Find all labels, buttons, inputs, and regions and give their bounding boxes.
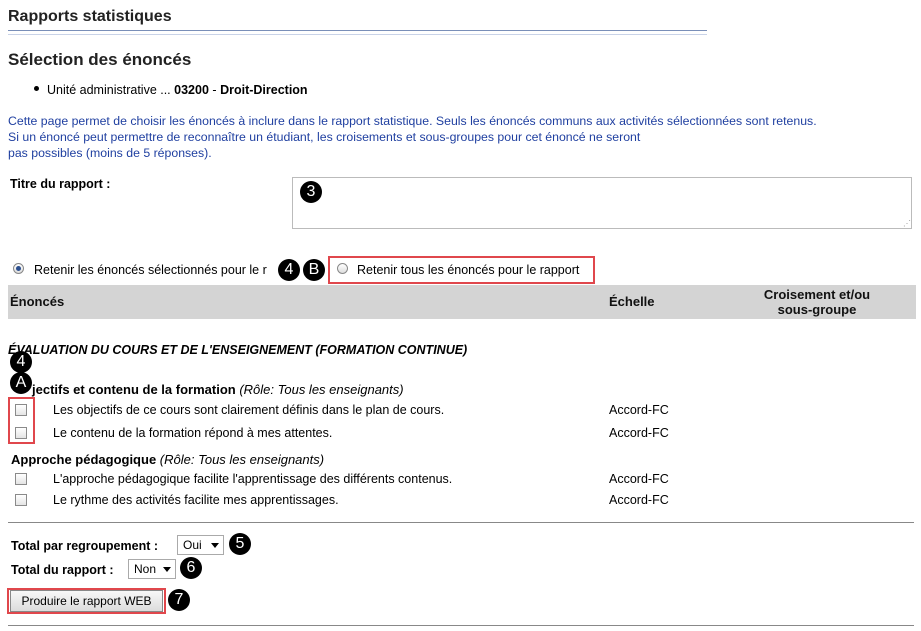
category-name: jectifs et contenu de la formation [32,382,236,397]
section-divider [8,522,914,523]
chevron-down-icon [163,567,171,572]
total-report-value: Non [134,562,157,576]
statement-text: Les objectifs de ce cours sont clairemen… [53,403,445,417]
total-group-select[interactable]: Oui [177,535,224,555]
intro-line-2: Si un énoncé peut permettre de reconnaît… [8,130,641,144]
callout-b: B [303,259,325,281]
radio-all-statements[interactable] [337,263,348,274]
unit-line: Unité administrative ... 03200 - Droit-D… [47,83,308,97]
statement-checkbox[interactable] [15,427,27,439]
total-report-label: Total du rapport : [11,563,114,577]
bullet-icon [34,86,39,91]
column-header-statements: Énoncés [10,294,65,309]
unit-code: 03200 [174,83,209,97]
statement-checkbox[interactable] [15,494,27,506]
total-group-label: Total par regroupement : [11,539,159,553]
statement-scale: Accord-FC [609,493,669,507]
resize-grip-icon[interactable]: ⋰ [903,220,911,228]
title-divider [8,30,707,35]
radio-selected-label: Retenir les énoncés sélectionnés pour le… [34,263,267,277]
statement-scale: Accord-FC [609,426,669,440]
page-title: Rapports statistiques [8,8,172,25]
callout-a: A [10,372,32,394]
statement-text: L'approche pédagogique facilite l'appren… [53,472,453,486]
unit-separator: - [212,83,217,97]
callout-5: 5 [229,533,251,555]
category-title-pedagogy: Approche pédagogique (Rôle: Tous les ens… [11,452,324,467]
report-title-label: Titre du rapport : [10,177,111,191]
unit-label: Unité administrative ... [47,83,171,97]
statement-checkbox[interactable] [15,473,27,485]
callout-6: 6 [180,557,202,579]
report-title-input[interactable] [292,177,912,229]
radio-all-label: Retenir tous les énoncés pour le rapport [357,263,580,277]
callout-7: 7 [168,589,190,611]
category-title-objectives: jectifs et contenu de la formation (Rôle… [32,382,404,397]
statement-text: Le rythme des activités facilite mes app… [53,493,339,507]
callout-4-top: 4 [278,259,300,281]
callout-4-left: 4 [10,351,32,373]
callout-3: 3 [300,181,322,203]
statement-text: Le contenu de la formation répond à mes … [53,426,333,440]
column-header-crossing-line1: Croisement et/ou [763,287,871,302]
category-name: Approche pédagogique [11,452,157,467]
category-role: (Rôle: Tous les enseignants) [239,382,404,397]
total-report-select[interactable]: Non [128,559,176,579]
unit-name: Droit-Direction [220,83,308,97]
total-group-value: Oui [183,538,202,552]
section-title: Sélection des énoncés [8,50,192,69]
radio-selected-statements[interactable] [13,263,24,274]
intro-line-1: Cette page permet de choisir les énoncés… [8,114,817,128]
column-header-crossing-line2: sous-groupe [777,302,857,317]
statement-scale: Accord-FC [609,403,669,417]
intro-line-3: pas possibles (moins de 5 réponses). [8,146,212,160]
column-header-crossing: Croisement et/ou sous-groupe [742,287,892,317]
statement-checkbox[interactable] [15,404,27,416]
statement-scale: Accord-FC [609,472,669,486]
footer-divider [8,625,914,626]
category-role: (Rôle: Tous les enseignants) [159,452,325,467]
column-header-scale: Échelle [609,294,655,309]
produce-report-button[interactable]: Produire le rapport WEB [10,590,163,612]
group-title: ÉVALUATION DU COURS ET DE L'ENSEIGNEMENT… [8,343,468,357]
chevron-down-icon [211,543,219,548]
